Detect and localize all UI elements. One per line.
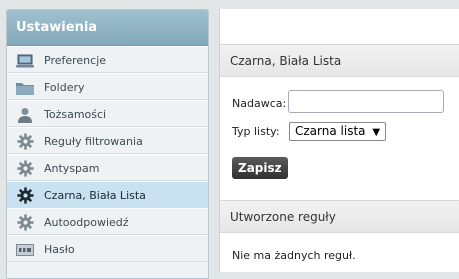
laptop-icon <box>16 52 34 69</box>
sender-input[interactable] <box>288 90 444 113</box>
sidebar-item-label: Antyspam <box>44 162 100 175</box>
sidebar-item-black-white-list[interactable]: Czarna, Biała Lista <box>7 181 208 208</box>
sidebar-item-autoreply[interactable]: Autoodpowiedź <box>7 208 208 235</box>
sidebar-item-preferences[interactable]: Preferencje <box>7 46 208 73</box>
sidebar-item-label: Czarna, Biała Lista <box>44 189 146 202</box>
settings-sidebar: Ustawienia Preferencje Foldery Tożsamośc… <box>6 9 209 279</box>
person-icon <box>16 106 34 123</box>
gear-icon <box>16 160 34 177</box>
gear-icon <box>16 133 34 150</box>
sidebar-item-folders[interactable]: Foldery <box>7 73 208 100</box>
main-panel: Czarna, Biała Lista Nadawca: Typ listy: … <box>219 9 459 272</box>
chevron-down-icon: ▼ <box>372 127 381 138</box>
sidebar-item-label: Autoodpowiedź <box>44 216 129 229</box>
sidebar-item-label: Preferencje <box>44 54 107 67</box>
sidebar-item-identities[interactable]: Tożsamości <box>7 100 208 127</box>
list-type-value: Czarna lista <box>295 124 366 138</box>
sidebar-item-password[interactable]: Hasło <box>7 235 208 262</box>
sidebar-item-label: Reguły filtrowania <box>44 135 143 148</box>
sidebar-item-label: Tożsamości <box>44 108 107 121</box>
gear-icon <box>16 187 34 204</box>
no-rules-message: Nie ma żadnych reguł. <box>232 249 356 262</box>
sidebar-item-label: Hasło <box>44 243 75 256</box>
sidebar-title: Ustawienia <box>7 10 208 46</box>
created-rules-title: Utworzone reguły <box>220 200 459 233</box>
save-button[interactable]: Zapisz <box>232 157 288 179</box>
gear-icon <box>16 214 34 231</box>
folder-icon <box>16 79 34 96</box>
sidebar-item-antispam[interactable]: Antyspam <box>7 154 208 181</box>
section-title: Czarna, Biała Lista <box>220 44 459 77</box>
sender-label: Nadawca: <box>232 97 287 110</box>
list-type-label: Typ listy: <box>232 125 280 138</box>
sidebar-item-filter-rules[interactable]: Reguły filtrowania <box>7 127 208 154</box>
sidebar-item-label: Foldery <box>44 81 85 94</box>
list-type-select[interactable]: Czarna lista ▼ <box>289 122 387 141</box>
password-icon <box>16 241 34 258</box>
